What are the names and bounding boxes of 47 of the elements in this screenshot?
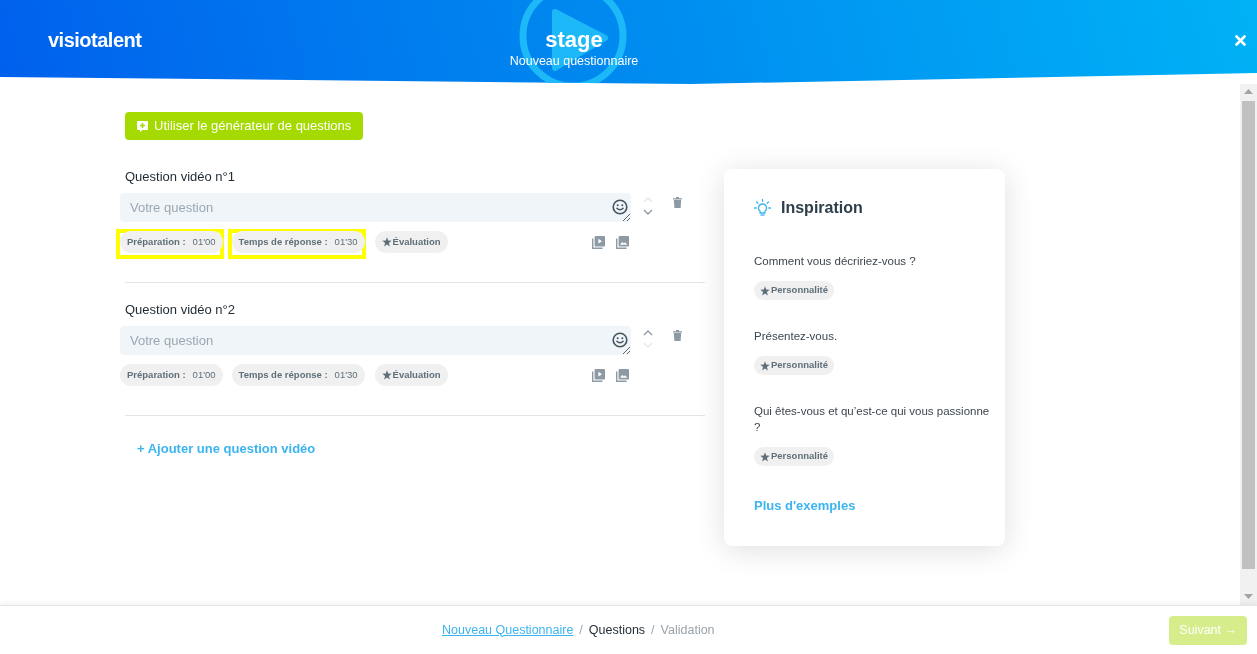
timer-chip[interactable]: Temps de réponse : 01'30: [231, 364, 365, 386]
image-library-icon[interactable]: [616, 235, 629, 249]
breadcrumb-separator: /: [651, 621, 655, 639]
category-chip[interactable]: Évaluation: [374, 231, 448, 253]
video-library-icon[interactable]: [592, 235, 605, 249]
smiley-icon[interactable]: [612, 332, 628, 348]
app-title: stage: [544, 27, 604, 53]
image-library-icon[interactable]: [616, 368, 629, 382]
breadcrumb-separator: /: [579, 621, 583, 639]
example-question: Présentez-vous.: [754, 329, 839, 344]
smiley-icon[interactable]: [612, 199, 628, 215]
example-question: Comment vous décririez-vous ?: [754, 254, 917, 269]
trash-icon[interactable]: [673, 197, 682, 208]
star-icon: [381, 370, 392, 380]
chevron-down-icon[interactable]: [643, 209, 653, 215]
timer-chip[interactable]: Temps de réponse : 01'30: [231, 231, 365, 253]
close-icon[interactable]: [1235, 35, 1246, 46]
star-icon: [760, 451, 770, 462]
question-label: Question vidéo n°2: [125, 301, 235, 319]
star-icon: [760, 285, 770, 296]
logo: visiotalent: [48, 29, 142, 51]
scrollbar-thumb[interactable]: [1242, 101, 1255, 569]
timer-chip[interactable]: Préparation : 01'00: [120, 231, 223, 253]
tag-label: Personnalité: [771, 283, 829, 298]
comment-plus-icon: [137, 120, 148, 132]
timer-chip[interactable]: Préparation : 01'00: [120, 364, 223, 386]
star-icon: [760, 360, 770, 371]
breadcrumb-step: Questions: [588, 620, 646, 640]
tag-label: Personnalité: [771, 358, 829, 373]
card-title: Inspiration: [781, 198, 863, 218]
lightbulb-icon: [754, 199, 771, 217]
chevron-up-icon[interactable]: [643, 330, 653, 336]
question-field[interactable]: Votre question: [120, 326, 631, 355]
trash-icon[interactable]: [673, 330, 682, 341]
star-icon: [381, 237, 392, 247]
category-chip[interactable]: Évaluation: [374, 364, 448, 386]
breadcrumb-link[interactable]: Nouveau Questionnaire: [442, 620, 574, 640]
question-field[interactable]: Votre question: [120, 193, 631, 222]
scroll-up-icon[interactable]: [1244, 89, 1253, 94]
example-question: Qui êtes-vous et qu’est-ce qui vous passionne ?: [754, 404, 991, 435]
breadcrumb-step: Validation: [660, 620, 715, 640]
video-library-icon[interactable]: [592, 368, 605, 382]
question-label: Question vidéo n°1: [125, 168, 235, 186]
more-examples-link[interactable]: Plus d'exemples: [754, 497, 856, 515]
scroll-down-icon[interactable]: [1244, 594, 1253, 599]
tag-label: Personnalité: [771, 449, 829, 464]
page-subtitle: Nouveau questionnaire: [508, 53, 640, 69]
